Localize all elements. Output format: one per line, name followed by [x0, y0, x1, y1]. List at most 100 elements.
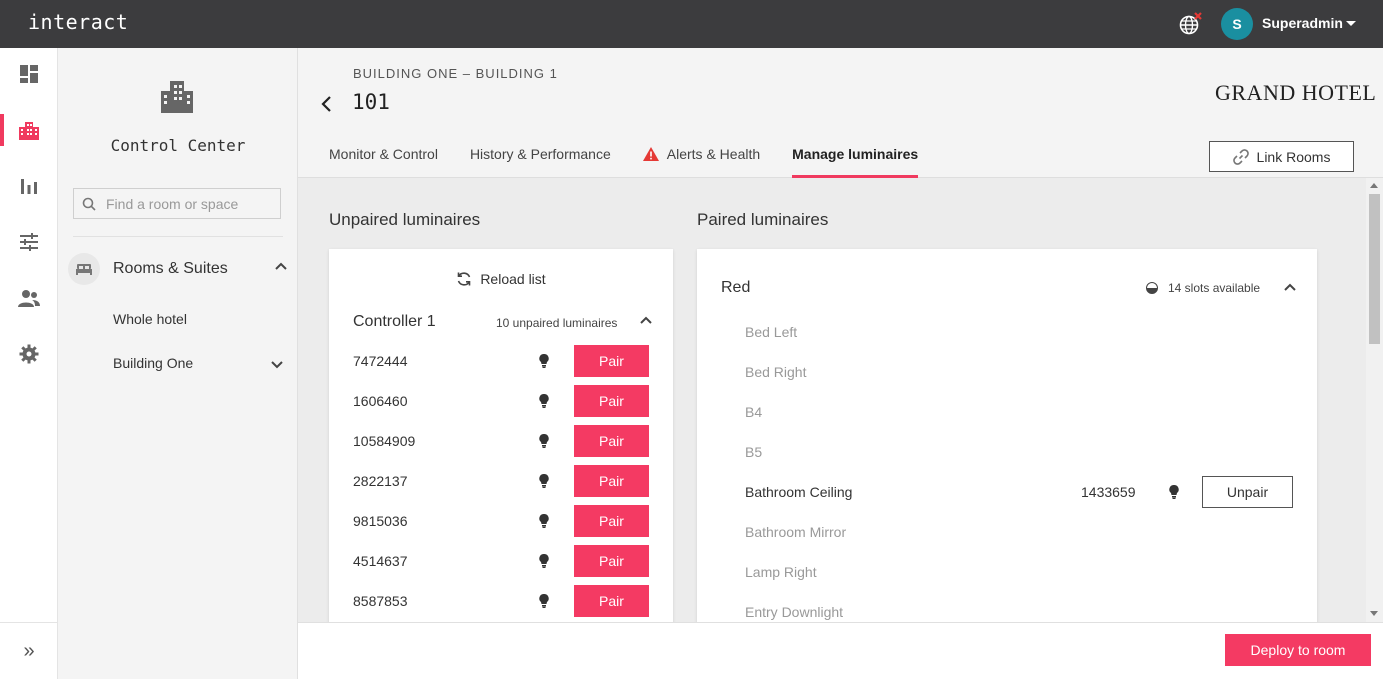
luminaire-id: 7472444 [353, 353, 408, 369]
tab-monitor-control[interactable]: Monitor & Control [329, 146, 438, 178]
tab-alerts-health[interactable]: Alerts & Health [642, 146, 760, 178]
tab-manage-luminaires[interactable]: Manage luminaires [792, 146, 919, 178]
reload-list-button[interactable]: Reload list [329, 271, 673, 287]
rail-item-users[interactable] [0, 278, 58, 318]
sidebar-item-whole-hotel[interactable]: Whole hotel [113, 311, 187, 327]
controller-count: 10 unpaired luminaires [496, 316, 618, 330]
bulb-icon[interactable] [539, 393, 549, 413]
tab-label: Manage luminaires [792, 146, 919, 162]
rail-item-settings-sliders[interactable] [0, 222, 58, 262]
user-name[interactable]: Superadmin [1262, 15, 1343, 31]
luminaire-id: 2822137 [353, 473, 408, 489]
slot-row: Lamp Right [745, 556, 1293, 588]
search-input[interactable] [106, 195, 276, 212]
group-name: Red [721, 279, 751, 296]
slots-text: 14 slots available [1168, 281, 1261, 295]
content-area: Unpaired luminaires Paired luminaires Re… [298, 178, 1366, 622]
controller-name: Controller 1 [353, 313, 436, 330]
app-brand[interactable]: interact [28, 10, 128, 34]
slot-row: Bed Right [745, 356, 1293, 388]
tab-history-performance[interactable]: History & Performance [470, 146, 611, 178]
control-center-sidebar: Control Center Rooms & Suites Whole hote… [58, 48, 298, 679]
bulb-icon[interactable] [539, 473, 549, 493]
sidebar-title: Control Center [110, 136, 246, 155]
building-icon [19, 122, 39, 140]
unpair-button[interactable]: Unpair [1202, 476, 1293, 508]
tab-bar: Monitor & Control History & Performance … [329, 146, 950, 178]
scrollbar[interactable] [1366, 178, 1383, 622]
scroll-down-icon[interactable] [1370, 611, 1378, 616]
expand-sidebar-button[interactable]: » [0, 622, 58, 679]
luminaire-row: 7472444 Pair [353, 345, 649, 377]
globe-icon[interactable] [1178, 12, 1202, 36]
bulb-icon[interactable] [539, 433, 549, 453]
bulb-icon[interactable] [1169, 484, 1179, 504]
scroll-thumb[interactable] [1369, 194, 1380, 344]
double-chevron-right-icon: » [23, 639, 35, 662]
luminaire-row: 9815036 Pair [353, 505, 649, 537]
top-bar: interact S Superadmin [0, 0, 1383, 48]
rail-item-analytics[interactable] [0, 166, 58, 206]
chevron-up-icon[interactable] [1283, 282, 1297, 292]
users-icon [18, 290, 40, 307]
bed-icon [68, 253, 100, 285]
section-label: Rooms & Suites [113, 260, 228, 277]
luminaire-id: 4514637 [353, 553, 408, 569]
rail-item-dashboard[interactable] [0, 54, 58, 94]
deploy-to-room-button[interactable]: Deploy to room [1225, 634, 1371, 666]
pair-button[interactable]: Pair [574, 545, 649, 577]
warning-icon [642, 147, 659, 161]
luminaire-row: 1606460 Pair [353, 385, 649, 417]
nav-rail: » [0, 48, 58, 679]
pair-button[interactable]: Pair [574, 505, 649, 537]
hotel-logo: GRAND HOTEL [1215, 80, 1377, 105]
chevron-up-icon[interactable] [639, 315, 653, 325]
luminaire-row: 10584909 Pair [353, 425, 649, 457]
pair-button[interactable]: Pair [574, 425, 649, 457]
pair-button[interactable]: Pair [574, 585, 649, 617]
pair-button[interactable]: Pair [574, 345, 649, 377]
unpaired-card: Reload list Controller 1 10 unpaired lum… [329, 249, 673, 622]
caret-down-icon[interactable] [1346, 21, 1356, 26]
button-label: Link Rooms [1256, 148, 1331, 165]
luminaire-row: 4514637 Pair [353, 545, 649, 577]
luminaire-id: 9815036 [353, 513, 408, 529]
controller-row[interactable]: Controller 1 10 unpaired luminaires [353, 311, 653, 333]
link-icon [1232, 148, 1249, 165]
bulb-icon[interactable] [539, 353, 549, 373]
sidebar-item-building-one[interactable]: Building One [113, 355, 193, 371]
avatar[interactable]: S [1221, 8, 1253, 40]
slot-name: Entry Downlight [745, 604, 844, 620]
back-button[interactable] [318, 94, 334, 114]
group-header[interactable]: Red 14 slots available [721, 279, 1297, 299]
luminaire-id: 10584909 [353, 433, 416, 449]
bar-chart-icon [21, 179, 37, 194]
chevron-up-icon[interactable] [274, 261, 288, 271]
half-circle-icon [1146, 282, 1158, 294]
link-rooms-button[interactable]: Link Rooms [1209, 141, 1354, 172]
breadcrumb: BUILDING ONE – BUILDING 1 [353, 66, 558, 81]
bulb-icon[interactable] [539, 513, 549, 533]
rooms-suites-section[interactable]: Rooms & Suites [68, 253, 288, 285]
building-icon [160, 78, 194, 119]
slot-row: Entry Downlight [745, 596, 1293, 622]
slot-row: Bathroom Mirror [745, 516, 1293, 548]
rail-item-settings[interactable] [0, 334, 58, 374]
slot-row: Bed Left [745, 316, 1293, 348]
pair-button[interactable]: Pair [574, 465, 649, 497]
slots-available: 14 slots available [1146, 281, 1260, 295]
scroll-up-icon[interactable] [1370, 183, 1378, 188]
footer-bar: Deploy to room [298, 622, 1383, 679]
slot-name: B4 [745, 404, 763, 420]
chevron-down-icon[interactable] [270, 360, 284, 370]
luminaire-row: 2822137 Pair [353, 465, 649, 497]
room-search[interactable] [73, 188, 281, 219]
slot-row: B5 [745, 436, 1293, 468]
tab-label: History & Performance [469, 146, 611, 162]
bulb-icon[interactable] [539, 593, 549, 613]
slot-name: Bed Right [745, 364, 807, 380]
pair-button[interactable]: Pair [574, 385, 649, 417]
rail-item-buildings[interactable] [0, 110, 58, 150]
unpaired-title: Unpaired luminaires [329, 210, 481, 229]
bulb-icon[interactable] [539, 553, 549, 573]
